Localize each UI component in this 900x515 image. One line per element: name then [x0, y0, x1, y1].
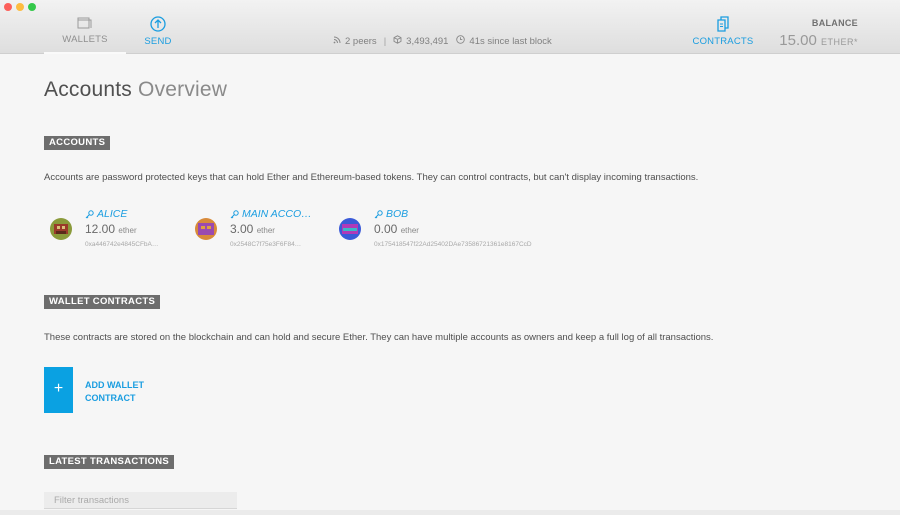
contracts-icon	[717, 16, 729, 32]
wallet-icon	[77, 17, 92, 29]
network-status: 2 peers | 3,493,491 41s since last block	[333, 35, 552, 47]
add-wallet-label-line1: ADD WALLET	[85, 380, 144, 390]
balance-label: BALANCE	[811, 18, 858, 28]
balance-unit: ETHER*	[820, 37, 858, 47]
nav-wallets-label: WALLETS	[62, 34, 108, 45]
balance-amount: 15.00	[779, 32, 817, 49]
account-name-label: ALICE	[97, 208, 128, 220]
account-balance: 3.00 ether	[230, 222, 275, 236]
accounts-section-tag: ACCOUNTS	[44, 136, 111, 150]
account-name-label: BOB	[386, 208, 409, 220]
arrow-up-circle-icon	[150, 16, 166, 32]
add-wallet-contract-link[interactable]: ADD WALLET CONTRACT	[85, 379, 165, 405]
key-icon	[374, 209, 383, 218]
account-identicon	[50, 218, 72, 240]
account-address: 0x2548C7f75e3F6F84…	[230, 241, 302, 248]
account-name[interactable]: BOB	[374, 208, 408, 220]
page-title-strong: Accounts	[44, 78, 132, 101]
account-unit: ether	[118, 226, 137, 235]
bottom-divider	[0, 510, 900, 515]
window-controls	[4, 3, 36, 11]
add-wallet-label-line2: CONTRACT	[85, 393, 136, 403]
account-unit: ether	[400, 226, 419, 235]
page-title-light: Overview	[138, 78, 228, 101]
account-card-bob[interactable]: BOB 0.00 ether 0x175418547f22Ad25402DAe7…	[333, 208, 553, 258]
account-balance: 0.00 ether	[374, 222, 419, 236]
top-bar: WALLETS SEND 2 peers | 3,493,491 41s sin…	[0, 0, 900, 54]
status-divider: |	[383, 35, 387, 47]
account-identicon	[195, 218, 217, 240]
account-identicon	[339, 218, 361, 240]
nav-send[interactable]: SEND	[132, 16, 184, 54]
account-amount: 3.00	[230, 222, 254, 236]
account-card-main[interactable]: MAIN ACCO… 3.00 ether 0x2548C7f75e3F6F84…	[189, 208, 329, 258]
add-wallet-contract-button[interactable]: +	[44, 367, 73, 413]
account-unit: ether	[256, 226, 275, 235]
key-icon	[85, 209, 94, 218]
accounts-description: Accounts are password protected keys tha…	[44, 172, 699, 183]
page-title: Accounts Overview	[44, 78, 227, 102]
peers-count: 2 peers	[345, 35, 377, 47]
plus-icon: +	[53, 380, 64, 397]
account-amount: 12.00	[85, 222, 116, 236]
account-name[interactable]: ALICE	[85, 208, 127, 220]
wallet-contracts-section-tag: WALLET CONTRACTS	[44, 295, 161, 309]
balance-value: 15.00 ETHER*	[779, 32, 858, 49]
minimize-window-button[interactable]	[16, 3, 24, 11]
account-address: 0xa446742e4845CFbA…	[85, 241, 159, 248]
close-window-button[interactable]	[4, 3, 12, 11]
nav-contracts[interactable]: CONTRACTS	[690, 16, 756, 54]
cube-icon	[393, 35, 402, 47]
latest-transactions-section-tag: LATEST TRANSACTIONS	[44, 455, 175, 469]
account-name-label: MAIN ACCO…	[242, 208, 312, 220]
wallet-contracts-description: These contracts are stored on the blockc…	[44, 332, 714, 343]
account-card-alice[interactable]: ALICE 12.00 ether 0xa446742e4845CFbA…	[44, 208, 184, 258]
block-number: 3,493,491	[406, 35, 449, 47]
clock-icon	[456, 35, 466, 47]
nav-contracts-label: CONTRACTS	[692, 36, 754, 47]
account-amount: 0.00	[374, 222, 398, 236]
account-address: 0x175418547f22Ad25402DAe73586721361e8167…	[374, 241, 532, 248]
account-balance: 12.00 ether	[85, 222, 137, 236]
filter-transactions-input[interactable]	[44, 492, 237, 509]
key-icon	[230, 209, 239, 218]
zoom-window-button[interactable]	[28, 3, 36, 11]
account-name[interactable]: MAIN ACCO…	[230, 208, 312, 220]
nav-wallets[interactable]: WALLETS	[44, 16, 126, 54]
last-block-time: 41s since last block	[469, 35, 552, 47]
nav-send-label: SEND	[144, 36, 172, 47]
rss-icon	[333, 36, 341, 47]
